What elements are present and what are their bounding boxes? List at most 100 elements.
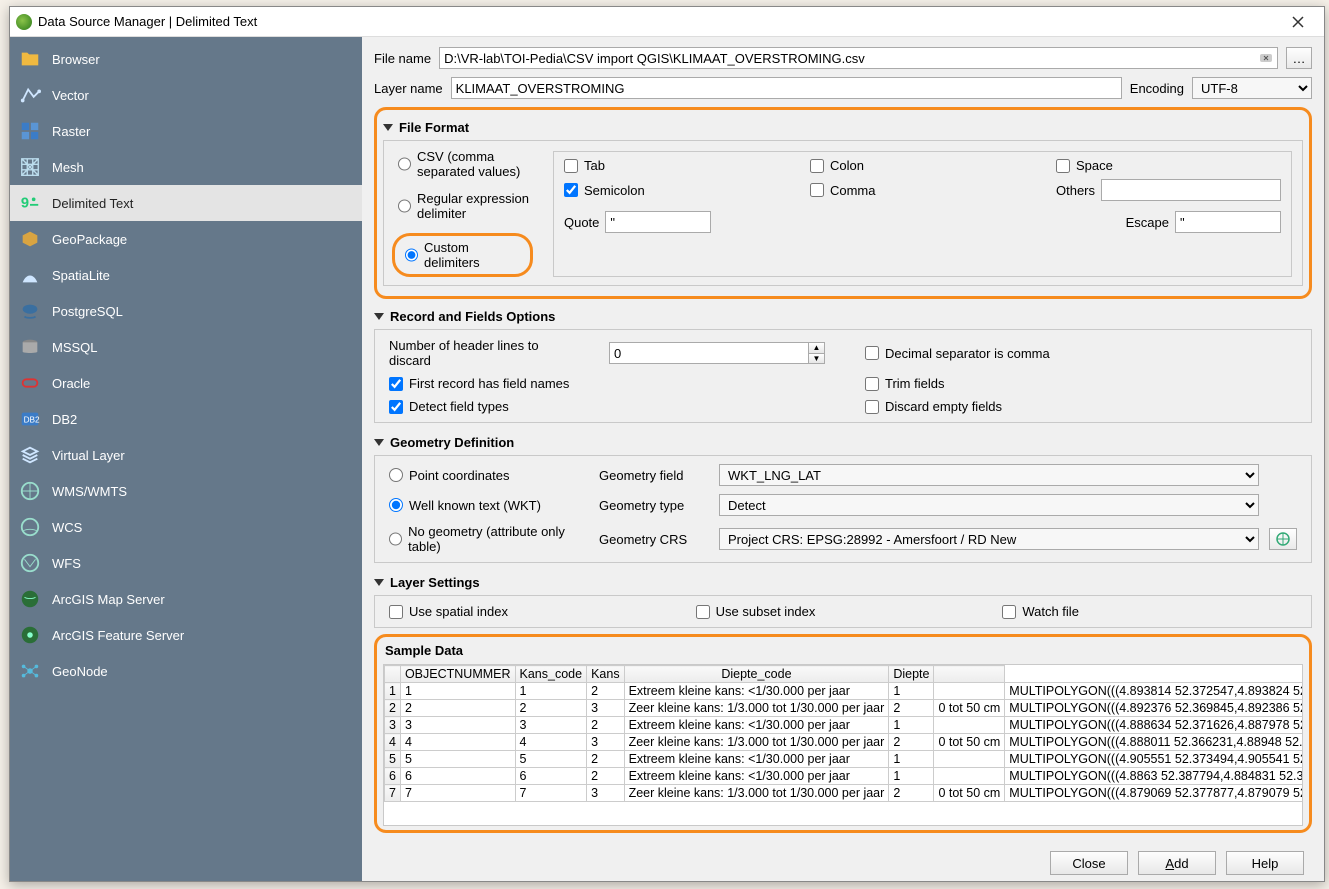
cb-discard-empty[interactable]: Discard empty fields [865, 399, 1301, 414]
table-row[interactable]: 5552Extreem kleine kans: <1/30.000 per j… [385, 751, 1304, 768]
sidebar-item-arcgis-feature-server[interactable]: ArcGIS Feature Server [10, 617, 362, 653]
sidebar-item-postgresql[interactable]: PostgreSQL [10, 293, 362, 329]
file-format-panel: CSV (comma separated values) Regular exp… [383, 140, 1303, 286]
browse-button[interactable]: … [1286, 47, 1312, 69]
table-row[interactable]: 2223Zeer kleine kans: 1/3.000 tot 1/30.0… [385, 700, 1304, 717]
cb-subset-index[interactable]: Use subset index [696, 604, 995, 619]
table-header[interactable]: OBJECTNUMMER [400, 666, 515, 683]
table-header[interactable]: Kans [587, 666, 625, 683]
table-cell: 3 [400, 717, 515, 734]
wcs-icon [18, 515, 42, 539]
cb-semicolon[interactable]: Semicolon [564, 183, 794, 198]
file-format-toggle[interactable]: File Format [383, 116, 1303, 138]
table-row[interactable]: 7773Zeer kleine kans: 1/3.000 tot 1/30.0… [385, 785, 1304, 802]
mssql-icon [18, 335, 42, 359]
escape-input[interactable] [1175, 211, 1281, 233]
radio-csv[interactable]: CSV (comma separated values) [398, 149, 533, 179]
table-cell: 2 [587, 751, 625, 768]
geom-crs-combo[interactable]: Project CRS: EPSG:28992 - Amersfoort / R… [719, 528, 1259, 550]
radio-custom[interactable]: Custom delimiters [405, 240, 520, 270]
sidebar-item-spatialite[interactable]: SpatiaLite [10, 257, 362, 293]
layer-settings-toggle[interactable]: Layer Settings [374, 571, 1312, 593]
sidebar-item-arcgis-map-server[interactable]: ArcGIS Map Server [10, 581, 362, 617]
sidebar-item-raster[interactable]: Raster [10, 113, 362, 149]
select-crs-button[interactable] [1269, 528, 1297, 550]
sidebar-item-db2[interactable]: DB2 DB2 [10, 401, 362, 437]
table-row[interactable]: 3332Extreem kleine kans: <1/30.000 per j… [385, 717, 1304, 734]
table-row[interactable]: 4443Zeer kleine kans: 1/3.000 tot 1/30.0… [385, 734, 1304, 751]
file-name-input[interactable] [439, 47, 1278, 69]
table-row[interactable]: 6662Extreem kleine kans: <1/30.000 per j… [385, 768, 1304, 785]
radio-no-geom[interactable]: No geometry (attribute only table) [389, 524, 589, 554]
add-button[interactable]: Add [1138, 851, 1216, 875]
sidebar-item-vector[interactable]: Vector [10, 77, 362, 113]
cb-spatial-index[interactable]: Use spatial index [389, 604, 688, 619]
help-button[interactable]: Help [1226, 851, 1304, 875]
geometry-toggle[interactable]: Geometry Definition [374, 431, 1312, 453]
close-dialog-button[interactable]: Close [1050, 851, 1128, 875]
table-cell: 2 [400, 700, 515, 717]
table-header[interactable] [385, 666, 401, 683]
sample-table-scroll[interactable]: OBJECTNUMMERKans_codeKansDiepte_codeDiep… [383, 664, 1303, 826]
geom-type-combo[interactable]: Detect [719, 494, 1259, 516]
spatialite-icon [18, 263, 42, 287]
clear-filename-button[interactable] [1258, 50, 1274, 66]
table-header[interactable]: Diepte [889, 666, 934, 683]
table-header[interactable] [934, 666, 1005, 683]
layer-name-label: Layer name [374, 81, 443, 96]
format-radios: CSV (comma separated values) Regular exp… [394, 149, 533, 277]
sidebar-item-wms-wmts[interactable]: WMS/WMTS [10, 473, 362, 509]
escape-label: Escape [1126, 215, 1169, 230]
sidebar-item-virtual-layer[interactable]: Virtual Layer [10, 437, 362, 473]
sidebar-item-oracle[interactable]: Oracle [10, 365, 362, 401]
sidebar-item-wcs[interactable]: WCS [10, 509, 362, 545]
sidebar-item-geonode[interactable]: GeoNode [10, 653, 362, 689]
cb-tab[interactable]: Tab [564, 158, 794, 173]
geom-field-combo[interactable]: WKT_LNG_LAT [719, 464, 1259, 486]
record-panel: Number of header lines to discard ▲▼ Dec… [374, 329, 1312, 423]
cb-watch-file[interactable]: Watch file [1002, 604, 1301, 619]
sidebar-item-label: ArcGIS Map Server [52, 592, 165, 607]
layer-name-row: Layer name Encoding UTF-8 [374, 77, 1312, 99]
radio-point[interactable]: Point coordinates [389, 468, 589, 483]
delimiter-options: Tab Colon Space Semicolon Comma Others [553, 151, 1292, 277]
layer-name-input[interactable] [451, 77, 1122, 99]
sidebar-item-label: SpatiaLite [52, 268, 110, 283]
table-cell: Extreem kleine kans: <1/30.000 per jaar [624, 768, 889, 785]
cb-comma[interactable]: Comma [810, 183, 1040, 198]
sidebar-item-label: DB2 [52, 412, 77, 427]
close-button[interactable] [1278, 7, 1318, 36]
geom-field-label: Geometry field [599, 468, 709, 483]
cb-detect[interactable]: Detect field types [389, 399, 825, 414]
sidebar-item-wfs[interactable]: WFS [10, 545, 362, 581]
spin-down-icon[interactable]: ▼ [809, 354, 824, 364]
table-cell: 2 [587, 768, 625, 785]
table-cell: 3 [515, 717, 587, 734]
folder-icon [18, 47, 42, 71]
encoding-combo[interactable]: UTF-8 [1192, 77, 1312, 99]
radio-regex[interactable]: Regular expression delimiter [398, 191, 533, 221]
quote-input[interactable] [605, 211, 711, 233]
table-header[interactable]: Diepte_code [624, 666, 889, 683]
vector-icon [18, 83, 42, 107]
header-lines-spin[interactable]: ▲▼ [609, 342, 825, 364]
sidebar-item-browser[interactable]: Browser [10, 41, 362, 77]
sidebar-item-geopackage[interactable]: GeoPackage [10, 221, 362, 257]
disclosure-triangle-icon [374, 439, 384, 446]
cb-trim[interactable]: Trim fields [865, 376, 1301, 391]
sidebar-item-mesh[interactable]: Mesh [10, 149, 362, 185]
others-input[interactable] [1101, 179, 1281, 201]
record-toggle[interactable]: Record and Fields Options [374, 305, 1312, 327]
cb-colon[interactable]: Colon [810, 158, 1040, 173]
table-header[interactable]: Kans_code [515, 666, 587, 683]
sidebar-item-mssql[interactable]: MSSQL [10, 329, 362, 365]
cb-space[interactable]: Space [1056, 158, 1281, 173]
table-row[interactable]: 1112Extreem kleine kans: <1/30.000 per j… [385, 683, 1304, 700]
sidebar-item-delimited-text[interactable]: 9 Delimited Text [10, 185, 362, 221]
header-lines-input[interactable] [609, 342, 809, 364]
cb-decimal-comma[interactable]: Decimal separator is comma [865, 346, 1301, 361]
radio-wkt[interactable]: Well known text (WKT) [389, 498, 589, 513]
spin-up-icon[interactable]: ▲ [809, 343, 824, 354]
row-number: 4 [385, 734, 401, 751]
cb-first-record[interactable]: First record has field names [389, 376, 825, 391]
